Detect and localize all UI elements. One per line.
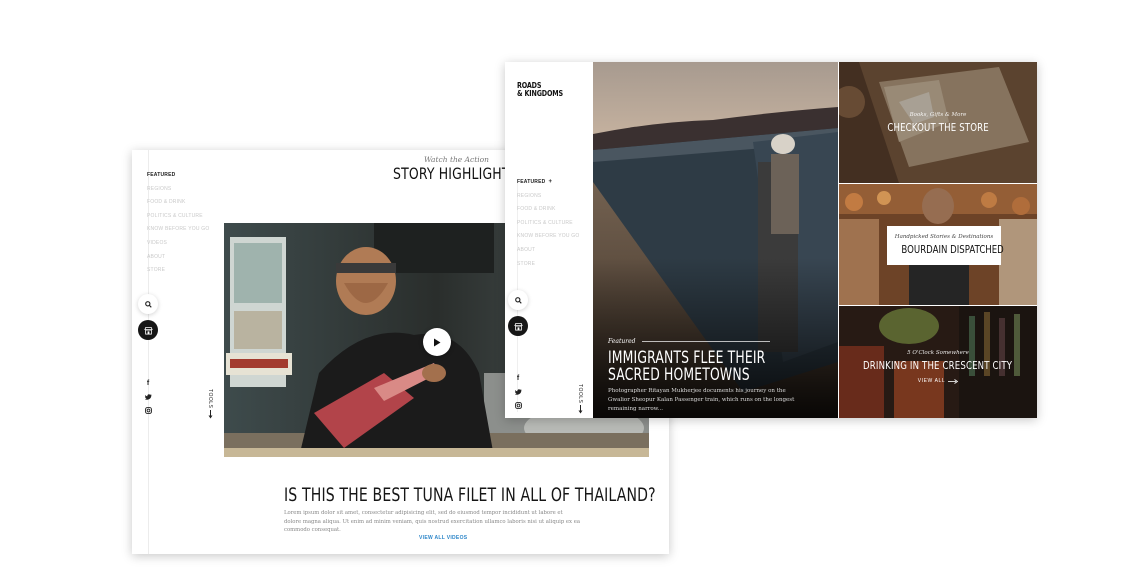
arrow-right-icon	[948, 378, 959, 384]
featured-kicker-text: Featured	[608, 338, 636, 345]
bourdain-caption: Handpicked Stories & Destinations BOURDA…	[887, 226, 1004, 265]
featured-headline[interactable]: IMMIGRANTS FLEE THEIR SACRED HOMETOWNS	[608, 350, 769, 384]
nav-item-know-before-you-go[interactable]: Know Before You Go	[517, 230, 579, 244]
nav-item-store[interactable]: Store	[517, 258, 579, 272]
nav-item-politics-culture[interactable]: Politics & Culture	[147, 210, 209, 224]
twitter-icon[interactable]	[514, 388, 522, 396]
nav-item-featured[interactable]: Featured +	[517, 176, 579, 190]
nav-item-about[interactable]: About	[147, 251, 209, 265]
arrow-down-icon	[208, 410, 212, 419]
drinking-tile[interactable]: 5 O'Clock Somewhere DRINKING IN THE CRES…	[839, 306, 1037, 418]
arrow-down-icon	[578, 405, 582, 414]
nav-item-regions[interactable]: Regions	[147, 183, 209, 197]
tools-label: TOOLS	[577, 384, 583, 404]
store-headline[interactable]: CHECKOUT THE STORE	[887, 121, 988, 134]
store-icon	[513, 322, 523, 331]
kicker-rule	[641, 341, 770, 342]
search-icon	[514, 296, 522, 304]
nav-item-featured-label: Featured	[517, 179, 546, 185]
nav-item-store[interactable]: Store	[147, 264, 209, 278]
drinking-caption: 5 O'Clock Somewhere DRINKING IN THE CRES…	[839, 350, 1037, 384]
home-page: ROADS & KINGDOMS Featured + Regions Food …	[505, 62, 1037, 418]
view-all-link[interactable]: VIEW ALL	[839, 378, 1037, 384]
store-button[interactable]	[508, 316, 528, 336]
bourdain-tile[interactable]: Handpicked Stories & Destinations BOURDA…	[839, 184, 1037, 305]
back-nav-menu: Featured Regions Food & Drink Politics &…	[147, 169, 209, 278]
bourdain-kicker: Handpicked Stories & Destinations	[894, 234, 994, 240]
view-all-videos-link[interactable]: VIEW ALL VIDEOS	[419, 535, 467, 541]
section-kicker: Watch the Action	[424, 155, 489, 164]
featured-story[interactable]: Featured IMMIGRANTS FLEE THEIR SACRED HO…	[608, 338, 828, 414]
nav-item-know-before-you-go[interactable]: Know Before You Go	[147, 223, 209, 237]
instagram-icon[interactable]	[144, 406, 152, 414]
featured-description: Photographer Ritayan Mukherjee documents…	[608, 388, 795, 412]
page-title: STORY HIGHLIGHTS	[393, 164, 518, 183]
video-headline[interactable]: IS THIS THE BEST TUNA FILET IN ALL OF TH…	[284, 484, 656, 506]
drinking-kicker: 5 O'Clock Somewhere	[907, 350, 969, 356]
facebook-icon[interactable]: f	[514, 374, 522, 382]
plus-icon: +	[548, 179, 553, 185]
site-logo[interactable]: ROADS & KINGDOMS	[517, 82, 563, 98]
nav-item-videos[interactable]: Videos	[147, 237, 209, 251]
search-icon	[144, 300, 152, 308]
bourdain-headline[interactable]: BOURDAIN DISPATCHED	[901, 243, 1003, 256]
logo-line-2: & KINGDOMS	[517, 89, 563, 98]
instagram-icon[interactable]	[514, 401, 522, 409]
view-all-label: VIEW ALL	[917, 378, 946, 384]
featured-headline-line-2: SACRED HOMETOWNS	[608, 365, 750, 385]
search-button[interactable]	[138, 294, 158, 314]
store-tile[interactable]: Books, Gifts & More CHECKOUT THE STORE	[839, 62, 1037, 183]
search-button[interactable]	[508, 290, 528, 310]
nav-item-politics-culture[interactable]: Politics & Culture	[517, 217, 579, 231]
nav-item-about[interactable]: About	[517, 244, 579, 258]
play-button[interactable]	[423, 328, 451, 356]
nav-item-food-drink[interactable]: Food & Drink	[147, 196, 209, 210]
nav-item-food-drink[interactable]: Food & Drink	[517, 203, 579, 217]
store-button[interactable]	[138, 320, 158, 340]
tools-toggle[interactable]: TOOLS	[207, 389, 213, 419]
front-nav-menu: Featured + Regions Food & Drink Politics …	[517, 176, 579, 271]
video-description: Lorem ipsum dolor sit amet, consectetur …	[284, 510, 581, 534]
store-kicker: Books, Gifts & More	[909, 112, 967, 118]
twitter-icon[interactable]	[144, 393, 152, 401]
tools-label: TOOLS	[207, 389, 213, 409]
play-icon	[434, 338, 441, 346]
drinking-headline[interactable]: DRINKING IN THE CRESCENT CITY	[863, 359, 1012, 372]
sidebar: ROADS & KINGDOMS Featured + Regions Food …	[505, 62, 593, 418]
nav-item-regions[interactable]: Regions	[517, 190, 579, 204]
store-icon	[143, 326, 153, 335]
tools-toggle[interactable]: TOOLS	[577, 384, 583, 414]
store-caption: Books, Gifts & More CHECKOUT THE STORE	[839, 112, 1037, 136]
featured-kicker: Featured	[608, 338, 828, 345]
nav-item-featured[interactable]: Featured	[147, 169, 209, 183]
facebook-icon[interactable]: f	[144, 379, 152, 387]
